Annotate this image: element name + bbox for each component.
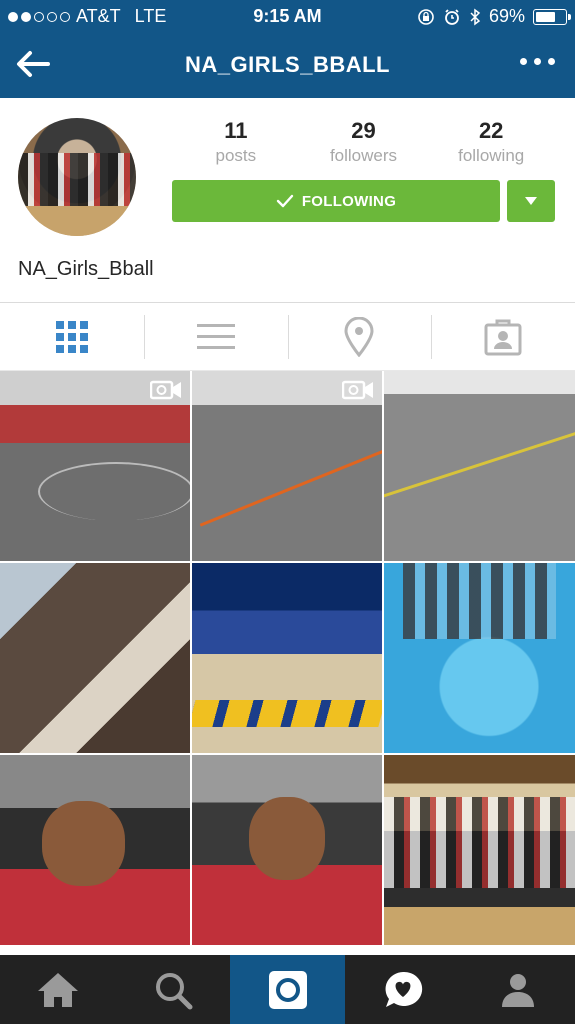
following-button[interactable]: FOLLOWING (172, 180, 500, 222)
nav-camera[interactable] (230, 955, 345, 1024)
photo-tile[interactable] (384, 371, 575, 561)
rotation-lock-icon (418, 8, 434, 25)
stat-following[interactable]: 22 following (427, 118, 555, 166)
stat-value: 29 (351, 118, 376, 143)
camera-icon (268, 970, 307, 1009)
alarm-icon (445, 8, 459, 25)
checkmark-icon (276, 194, 294, 208)
status-bar: AT&T LTE 9:15 AM 69% (0, 0, 575, 32)
stat-label: posts (215, 146, 257, 165)
following-button-label: FOLLOWING (301, 192, 397, 210)
location-pin-icon (344, 316, 374, 357)
list-icon (196, 323, 235, 349)
battery-percent: 69% (488, 6, 525, 26)
tab-grid-view[interactable] (0, 303, 144, 370)
stat-followers[interactable]: 29 followers (300, 118, 428, 166)
suggestions-dropdown-button[interactable] (507, 180, 555, 222)
caret-down-icon (525, 197, 537, 205)
nav-activity[interactable] (345, 955, 460, 1024)
photo-tile[interactable] (0, 755, 190, 945)
photo-tile[interactable] (192, 755, 382, 945)
heart-bubble-icon (385, 971, 422, 1007)
page-title: NA_GIRLS_BBALL (184, 52, 390, 77)
home-icon (37, 972, 78, 1007)
search-icon (155, 972, 192, 1009)
nav-search[interactable] (115, 955, 230, 1024)
photo-tile[interactable] (384, 563, 575, 753)
video-camera-icon (342, 380, 373, 400)
nav-home[interactable] (0, 955, 115, 1024)
more-options-button[interactable] (520, 58, 555, 65)
profile-stats: 11 posts 29 followers 22 following (172, 118, 555, 166)
bottom-tab-bar (0, 955, 575, 1024)
tab-map-view[interactable] (287, 303, 432, 370)
nav-profile[interactable] (460, 955, 575, 1024)
grid-icon (55, 320, 88, 353)
display-name: NA_Girls_Bball (18, 258, 154, 280)
avatar[interactable] (18, 118, 136, 236)
stat-label: following (458, 146, 525, 165)
status-right: 69% (417, 6, 571, 27)
photo-tile[interactable] (0, 563, 190, 753)
tab-tagged-view[interactable] (431, 303, 575, 370)
view-tabs (0, 303, 575, 371)
nav-bar: NA_GIRLS_BBALL (0, 36, 575, 94)
photo-tile[interactable] (192, 563, 382, 753)
person-icon (501, 973, 534, 1007)
stat-posts[interactable]: 11 posts (172, 118, 300, 166)
video-camera-icon (150, 380, 181, 400)
stat-value: 11 (224, 118, 248, 143)
stat-value: 22 (478, 118, 504, 143)
photo-tile[interactable] (192, 371, 382, 561)
profile-header: 11 posts 29 followers 22 following FOLLO… (0, 98, 575, 303)
top-bar: AT&T LTE 9:15 AM 69% NA_GIRLS_BBALL (0, 0, 575, 98)
more-horizontal-icon (520, 58, 527, 65)
photo-tile[interactable] (384, 755, 575, 945)
bluetooth-icon (470, 8, 481, 25)
stat-label: followers (329, 146, 398, 165)
photo-tile[interactable] (0, 371, 190, 561)
tab-list-view[interactable] (143, 303, 288, 370)
tagged-person-icon (484, 319, 522, 355)
photo-grid (0, 371, 575, 955)
battery-icon (533, 8, 571, 25)
